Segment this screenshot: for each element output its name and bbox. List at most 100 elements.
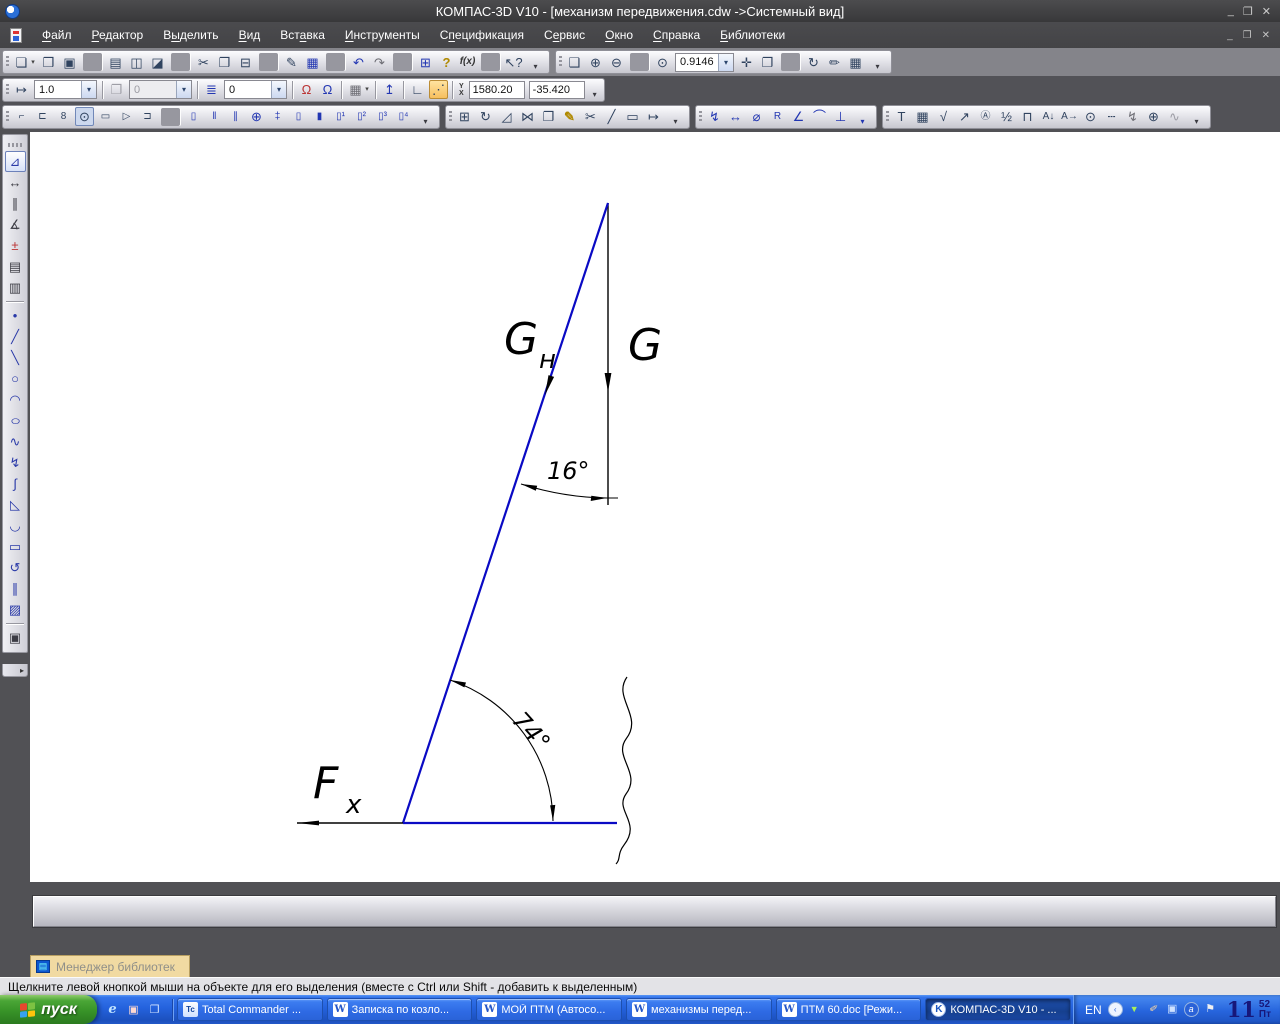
menu-select[interactable]: Выделить <box>153 22 228 48</box>
collect-contour-tool[interactable]: ↺ <box>5 557 26 578</box>
extend-tool-icon[interactable]: ╱ <box>602 107 621 126</box>
panel-expand-handle[interactable]: ▸ <box>2 664 28 677</box>
spec-tool-button[interactable]: ▥ <box>5 277 26 298</box>
geometry-tool-button[interactable]: ⊿ <box>5 151 26 172</box>
minimize-button[interactable]: _ <box>1228 5 1234 18</box>
editing-tool-button[interactable]: ± <box>5 235 26 256</box>
help-contents-icon[interactable]: ? <box>437 53 456 72</box>
rotate-tool-icon[interactable]: ↻ <box>476 107 495 126</box>
arc-tool[interactable]: ◠ <box>5 389 26 410</box>
task-ptm-60-doc[interactable]: W ПТМ 60.doc [Режи... <box>776 998 922 1021</box>
text-down-tool-icon[interactable]: A↓ <box>1039 107 1058 126</box>
deform-tool-icon[interactable]: ✎ <box>560 107 579 126</box>
print-preview-icon[interactable]: ◫ <box>127 53 146 72</box>
autodim-tool-icon[interactable]: ↯ <box>705 107 724 126</box>
tray-display-icon[interactable]: ▣ <box>1165 1002 1180 1017</box>
delete-part-tool-icon[interactable]: ↦ <box>644 107 663 126</box>
cut-line-tool-icon[interactable]: ½ <box>997 107 1016 126</box>
arc-dim-tool-icon[interactable]: ⌒ <box>810 107 829 126</box>
angle-dim-tool-icon[interactable]: ∠ <box>789 107 808 126</box>
pin-tool-icon[interactable]: 8 <box>54 107 73 126</box>
chamfer-tool[interactable]: ◺ <box>5 494 26 515</box>
save-icon[interactable]: ▣ <box>60 53 79 72</box>
chevron-down-icon[interactable]: ▾ <box>81 81 96 98</box>
quicklaunch-save-icon[interactable]: ▣ <box>125 1001 142 1018</box>
diameter-dim-tool-icon[interactable]: ⌀ <box>747 107 766 126</box>
properties-table-icon[interactable]: ▦ <box>303 53 322 72</box>
coord-y-field[interactable]: -35.420 <box>529 81 585 99</box>
axis-line-tool-icon[interactable]: ┄ <box>1102 107 1121 126</box>
new-dropdown-caret[interactable]: ▾ <box>29 53 37 72</box>
open-icon[interactable]: ❒ <box>39 53 58 72</box>
copy-icon[interactable]: ❐ <box>215 53 234 72</box>
stud1-tool-icon[interactable]: ▯¹ <box>331 107 350 126</box>
drawing-canvas[interactable]: G н G F x 16° 74° <box>30 132 1280 882</box>
stud2-tool-icon[interactable]: ▯² <box>352 107 371 126</box>
panel-grip[interactable] <box>8 143 22 147</box>
new-window-icon[interactable]: ⊞ <box>416 53 435 72</box>
shaft-tool-icon[interactable]: ⌐ <box>12 107 31 126</box>
tray-clock[interactable]: 11 52 Пт <box>1227 999 1271 1020</box>
text-right-tool-icon[interactable]: A→ <box>1060 107 1079 126</box>
angle-74-arrow-bottom[interactable] <box>550 805 555 821</box>
chevron-down-icon[interactable]: ▾ <box>271 81 286 98</box>
dimensions-tool-button[interactable]: ↔ <box>5 172 26 193</box>
label-f-subscript[interactable]: x <box>345 790 362 820</box>
snap-setup-icon[interactable]: Ω <box>297 80 316 99</box>
g-arrowhead[interactable] <box>605 373 612 392</box>
menu-editor[interactable]: Редактор <box>82 22 154 48</box>
continuous-input-tool[interactable]: ∿ <box>5 431 26 452</box>
quicklaunch-desktop-icon[interactable]: ❐ <box>146 1001 163 1018</box>
menu-file[interactable]: Файл <box>32 22 82 48</box>
menu-insert[interactable]: Вставка <box>270 22 335 48</box>
menu-tools[interactable]: Инструменты <box>335 22 430 48</box>
current-step-combo[interactable]: 1.0 ▾ <box>34 80 97 99</box>
fillet-tool[interactable]: ◡ <box>5 515 26 536</box>
table-tool-icon[interactable]: ▦ <box>913 107 932 126</box>
parametrize-tool-button[interactable]: ▤ <box>5 256 26 277</box>
designations-tool-button[interactable]: ∥ <box>5 193 26 214</box>
tray-language-back-icon[interactable]: ‹ <box>1108 1002 1123 1017</box>
datum-dim-tool-icon[interactable]: ⊥ <box>831 107 850 126</box>
pan-icon[interactable]: ✛ <box>737 53 756 72</box>
context-help-icon[interactable]: ↖? <box>504 53 523 72</box>
break-wavy-line[interactable] <box>616 677 632 864</box>
bezier-tool[interactable]: ∫ <box>5 473 26 494</box>
copy-objects-tool-icon[interactable]: ❐ <box>539 107 558 126</box>
arrow-slot-tool-icon[interactable]: ▷ <box>117 107 136 126</box>
task-kompas-3d[interactable]: K КОМПАС-3D V10 - ... <box>925 998 1071 1021</box>
redraw-icon[interactable]: ✏ <box>825 53 844 72</box>
menu-window[interactable]: Окно <box>595 22 643 48</box>
cut-icon[interactable]: ✂ <box>194 53 213 72</box>
page-setup-icon[interactable]: ◪ <box>148 53 167 72</box>
angle-16-arrow-right[interactable] <box>591 496 607 501</box>
task-total-commander[interactable]: Tc Total Commander ... <box>177 998 323 1021</box>
menu-specification[interactable]: Спецификация <box>430 22 534 48</box>
mirror-tool-icon[interactable]: ⋈ <box>518 107 537 126</box>
menu-help[interactable]: Справка <box>643 22 710 48</box>
circle-tool[interactable]: ○ <box>5 368 26 389</box>
point-tool[interactable]: • <box>5 305 26 326</box>
fx-arrowhead[interactable] <box>297 821 319 826</box>
layers-copy-icon[interactable]: ❐ <box>107 80 126 99</box>
format-painter-icon[interactable]: ✎ <box>282 53 301 72</box>
rounding-icon[interactable]: ⋰ <box>429 80 448 99</box>
leader-tool-icon[interactable]: ↗ <box>955 107 974 126</box>
menu-view[interactable]: Вид <box>229 22 271 48</box>
start-button[interactable]: пуск <box>0 995 97 1024</box>
block-tool-icon[interactable]: ▮ <box>310 107 329 126</box>
slot-tool-icon[interactable]: ▭ <box>96 107 115 126</box>
parallel-lines-tool[interactable]: ∥ <box>5 578 26 599</box>
doc-close-button[interactable]: ✕ <box>1262 30 1270 41</box>
undo-icon[interactable]: ↶ <box>349 53 368 72</box>
stud3-tool-icon[interactable]: ▯³ <box>373 107 392 126</box>
move-tool-icon[interactable]: ⊞ <box>455 107 474 126</box>
interrupt-command-button[interactable]: ▣ <box>5 627 26 648</box>
label-angle-16[interactable]: 16° <box>547 457 590 485</box>
task-mekhanizmy-pered[interactable]: W механизмы перед... <box>626 998 772 1021</box>
current-layer-combo[interactable]: 0 ▾ <box>224 80 287 99</box>
close-button[interactable]: ✕ <box>1262 5 1271 18</box>
label-f[interactable]: F <box>313 758 339 809</box>
tray-flag-icon[interactable]: ⚑ <box>1203 1002 1218 1017</box>
hatch-tool[interactable]: ▨ <box>5 599 26 620</box>
